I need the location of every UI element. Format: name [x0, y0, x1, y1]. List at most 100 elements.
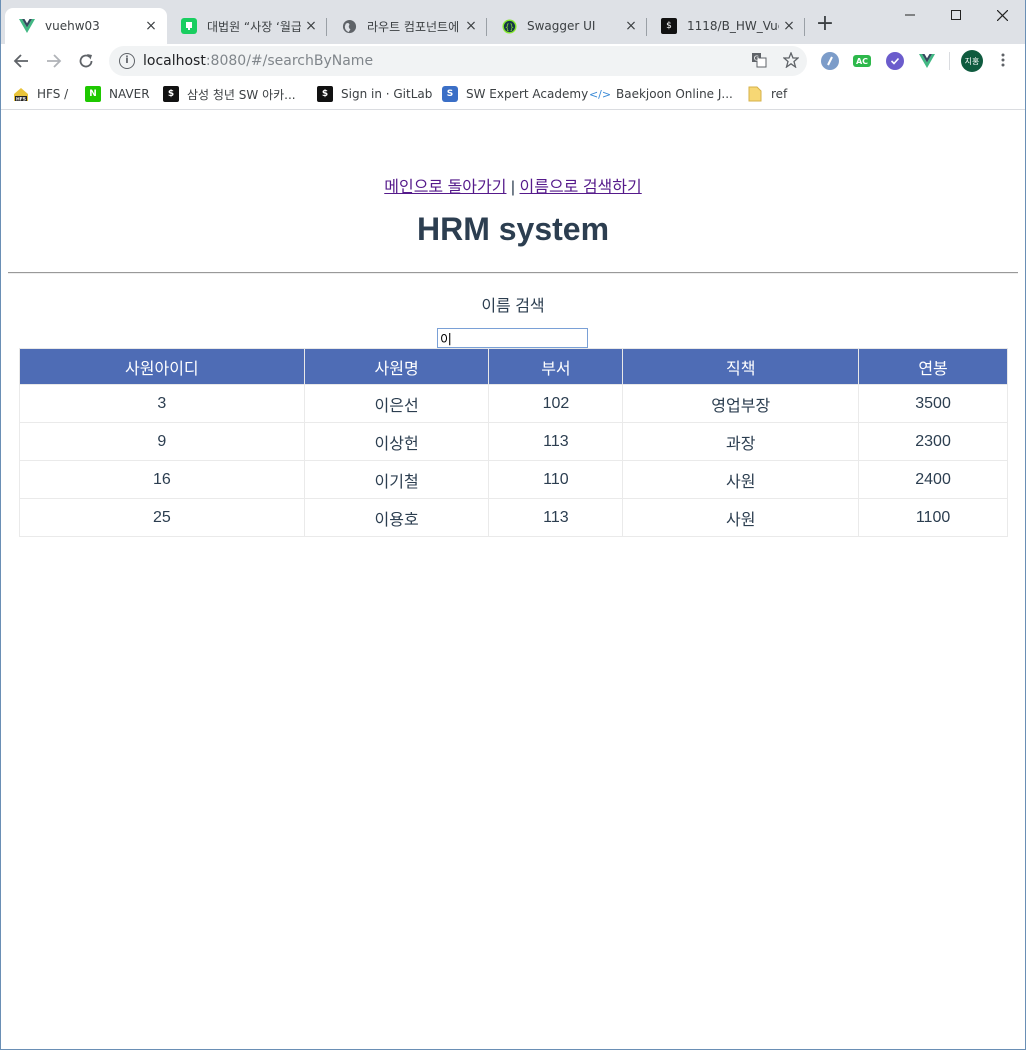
table-row: 9 이상헌 113 과장 2300 — [19, 422, 1008, 461]
news-icon — [181, 18, 197, 34]
translate-icon[interactable]: G — [750, 51, 768, 69]
extension-1-icon[interactable] — [821, 52, 839, 70]
main-link[interactable]: 메인으로 돌아가기 — [384, 179, 506, 196]
cell-name: 이용호 — [303, 498, 490, 537]
url-host: localhost — [143, 53, 206, 69]
address-bar[interactable]: i localhost:8080/#/searchByName — [109, 46, 807, 76]
ssafy-icon: $ — [661, 18, 677, 34]
divider — [8, 272, 1018, 274]
profile-avatar[interactable]: 지홍 — [961, 50, 983, 72]
cell-id: 16 — [19, 460, 305, 499]
close-tab-icon[interactable]: × — [301, 18, 321, 34]
page-title: HRM system — [416, 211, 610, 247]
cell-dept: 113 — [488, 498, 624, 537]
column-header-title: 직책 — [622, 348, 860, 385]
page-nav: 메인으로 돌아가기 | 이름으로 검색하기 — [1, 173, 1025, 197]
swea-icon: S — [442, 86, 458, 102]
bookmarks-bar: HFS HFS / N NAVER $ 삼성 청년 SW 아카... $ Sig… — [1, 78, 1025, 110]
cell-salary: 2400 — [858, 460, 1008, 499]
globe-icon — [341, 18, 357, 34]
check-extension-icon[interactable] — [886, 52, 904, 70]
bookmark-label: SW Expert Academy — [466, 87, 589, 101]
back-button[interactable] — [8, 48, 34, 74]
column-header-dept: 부서 — [488, 348, 624, 385]
nav-separator: | — [506, 179, 520, 196]
cell-name: 이기철 — [303, 460, 490, 499]
vue-devtools-icon[interactable] — [918, 52, 936, 70]
name-search-input[interactable] — [437, 328, 588, 348]
bookmark-swea[interactable]: S SW Expert Academy — [442, 84, 588, 104]
column-header-id: 사원아이디 — [19, 348, 305, 385]
cell-title: 영업부장 — [622, 384, 860, 423]
table-row: 25 이용호 113 사원 1100 — [19, 498, 1008, 537]
ssafy-icon: $ — [317, 86, 333, 102]
table-row: 16 이기철 110 사원 2400 — [19, 460, 1008, 499]
svg-text:{}: {} — [504, 22, 513, 31]
tab-separator — [804, 18, 805, 36]
new-tab-button[interactable]: + — [813, 12, 837, 36]
bookmark-label: HFS / — [37, 87, 69, 101]
url-path: :8080/#/searchByName — [205, 53, 374, 69]
arrow-right-icon — [47, 54, 62, 68]
tab-title: Swagger UI — [527, 19, 596, 33]
bookmark-baekjoon[interactable]: </> Baekjoon Online J... — [588, 84, 733, 104]
bookmark-ref[interactable]: ref — [747, 84, 787, 104]
ssafy-icon: $ — [163, 86, 179, 102]
svg-text:HFS: HFS — [16, 96, 26, 102]
cell-salary: 2300 — [858, 422, 1008, 461]
swagger-icon: {} — [501, 18, 517, 34]
close-tab-icon[interactable]: × — [621, 18, 641, 34]
info-icon[interactable]: i — [119, 53, 135, 69]
tab-news[interactable]: 대법원 “사장 ‘월급’ × — [167, 8, 327, 44]
url-text: localhost:8080/#/searchByName — [143, 53, 373, 69]
cell-dept: 110 — [488, 460, 624, 499]
cell-id: 3 — [19, 384, 305, 423]
browser-window: vuehw03 × 대법원 “사장 ‘월급’ × 라우트 컴포넌트에 × {} … — [0, 0, 1026, 1050]
cell-title: 과장 — [622, 422, 860, 461]
toolbar-divider — [949, 52, 950, 70]
star-icon[interactable] — [782, 51, 800, 69]
hfs-icon: HFS — [13, 86, 29, 102]
vue-icon — [19, 18, 35, 34]
ac-extension-icon[interactable]: AC — [853, 55, 871, 67]
bookmark-naver[interactable]: N NAVER — [85, 84, 150, 104]
cell-dept: 113 — [488, 422, 624, 461]
close-tab-icon[interactable]: × — [141, 18, 161, 34]
tab-strip: vuehw03 × 대법원 “사장 ‘월급’ × 라우트 컴포넌트에 × {} … — [1, 0, 1025, 44]
bookmark-gitlab[interactable]: $ Sign in · GitLab — [317, 84, 432, 104]
maximize-button[interactable] — [933, 0, 979, 30]
tab-title: 대법원 “사장 ‘월급’ — [207, 19, 301, 34]
tab-route-component[interactable]: 라우트 컴포넌트에 × — [327, 8, 487, 44]
minimize-button[interactable] — [887, 0, 933, 30]
column-header-salary: 연봉 — [858, 348, 1008, 385]
close-tab-icon[interactable]: × — [779, 18, 799, 34]
cell-name: 이상헌 — [303, 422, 490, 461]
cell-title: 사원 — [622, 498, 860, 537]
bookmark-label: Sign in · GitLab — [341, 87, 433, 101]
cell-salary: 1100 — [858, 498, 1008, 537]
tab-vuehw03[interactable]: vuehw03 × — [5, 8, 167, 44]
cell-id: 9 — [19, 422, 305, 461]
cell-dept: 102 — [488, 384, 624, 423]
cell-salary: 3500 — [858, 384, 1008, 423]
tab-title: vuehw03 — [45, 19, 100, 33]
tab-gitlab-hw[interactable]: $ 1118/B_HW_Vue2 × — [647, 8, 805, 44]
menu-icon[interactable] — [994, 51, 1012, 69]
search-by-name-link[interactable]: 이름으로 검색하기 — [520, 179, 642, 196]
browser-toolbar: i localhost:8080/#/searchByName G AC 지홍 — [1, 44, 1025, 78]
cell-name: 이은선 — [303, 384, 490, 423]
close-window-button[interactable] — [979, 0, 1025, 30]
reload-button[interactable] — [73, 48, 99, 74]
bookmark-label: ref — [771, 87, 788, 101]
bookmark-ssafy[interactable]: $ 삼성 청년 SW 아카... — [163, 84, 296, 104]
employee-table: 사원아이디 사원명 부서 직책 연봉 3 이은선 102 영업부장 3500 9 — [19, 348, 1008, 537]
naver-icon: N — [85, 86, 101, 102]
cell-title: 사원 — [622, 460, 860, 499]
bookmark-label: NAVER — [109, 87, 150, 101]
forward-button[interactable] — [41, 48, 67, 74]
code-icon: </> — [588, 87, 612, 101]
page-content: 메인으로 돌아가기 | 이름으로 검색하기 HRM system 이름 검색 사… — [1, 111, 1025, 1049]
bookmark-hfs[interactable]: HFS HFS / — [13, 84, 68, 104]
tab-swagger[interactable]: {} Swagger UI × — [487, 8, 647, 44]
close-tab-icon[interactable]: × — [461, 18, 481, 34]
